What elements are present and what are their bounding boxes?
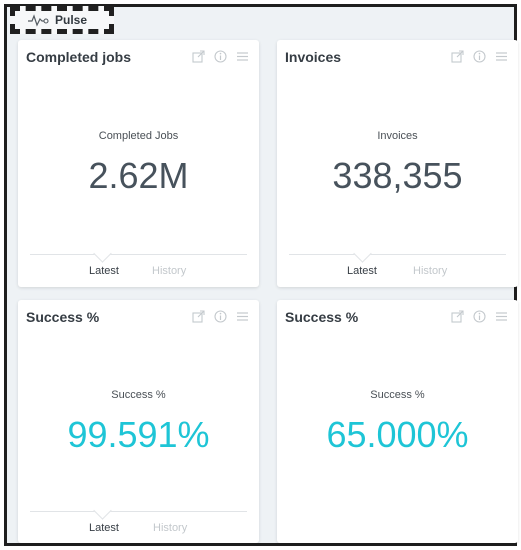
menu-icon[interactable] bbox=[236, 310, 249, 323]
active-tab-caret bbox=[93, 244, 112, 263]
pulse-icon bbox=[28, 14, 49, 27]
metric-value: 338,355 bbox=[332, 155, 463, 196]
metric-label: Success % bbox=[111, 389, 166, 401]
open-external-icon[interactable] bbox=[451, 310, 464, 323]
open-external-icon[interactable] bbox=[192, 50, 205, 63]
card-success-rate-1: Success % Success % 99.591% Latest Histo… bbox=[18, 300, 259, 543]
metric-value: 2.62M bbox=[88, 155, 189, 196]
card-invoices: Invoices Invoices 338,355 Latest History bbox=[277, 40, 518, 287]
info-icon[interactable] bbox=[473, 310, 486, 323]
metric-value: 99.591% bbox=[67, 414, 210, 455]
card-title: Success % bbox=[285, 309, 359, 325]
open-external-icon[interactable] bbox=[192, 310, 205, 323]
metric-label: Invoices bbox=[377, 130, 418, 142]
info-icon[interactable] bbox=[214, 50, 227, 63]
tab-history[interactable]: History bbox=[153, 522, 187, 534]
tabs-divider bbox=[30, 254, 247, 255]
metric-label: Completed Jobs bbox=[98, 130, 179, 142]
tab-history[interactable]: History bbox=[152, 265, 186, 277]
info-icon[interactable] bbox=[214, 310, 227, 323]
menu-icon[interactable] bbox=[495, 310, 508, 323]
menu-icon[interactable] bbox=[495, 50, 508, 63]
tabs-divider bbox=[30, 511, 247, 512]
card-title: Invoices bbox=[285, 49, 342, 65]
info-icon[interactable] bbox=[473, 50, 486, 63]
pulse-tab[interactable]: Pulse bbox=[10, 6, 114, 34]
card-success-rate-2: Success % Success % 65.000% bbox=[277, 300, 518, 543]
pulse-label: Pulse bbox=[55, 13, 88, 27]
metric-label: Success % bbox=[370, 389, 425, 401]
tab-latest[interactable]: Latest bbox=[89, 265, 119, 277]
menu-icon[interactable] bbox=[236, 50, 249, 63]
tab-latest[interactable]: Latest bbox=[347, 265, 377, 277]
metric-value: 65.000% bbox=[326, 414, 469, 455]
card-tools bbox=[192, 50, 249, 63]
tab-history[interactable]: History bbox=[413, 265, 447, 277]
tab-latest[interactable]: Latest bbox=[89, 522, 119, 534]
card-tools bbox=[451, 310, 508, 323]
active-tab-caret bbox=[93, 501, 112, 520]
tabs-divider bbox=[289, 254, 506, 255]
card-title: Completed jobs bbox=[26, 49, 132, 65]
card-tools bbox=[192, 310, 249, 323]
active-tab-caret bbox=[353, 244, 372, 263]
open-external-icon[interactable] bbox=[451, 50, 464, 63]
card-title: Success % bbox=[26, 309, 100, 325]
card-tools bbox=[451, 50, 508, 63]
card-completed-jobs: Completed jobs Completed Jobs 2.62M Late… bbox=[18, 40, 259, 287]
